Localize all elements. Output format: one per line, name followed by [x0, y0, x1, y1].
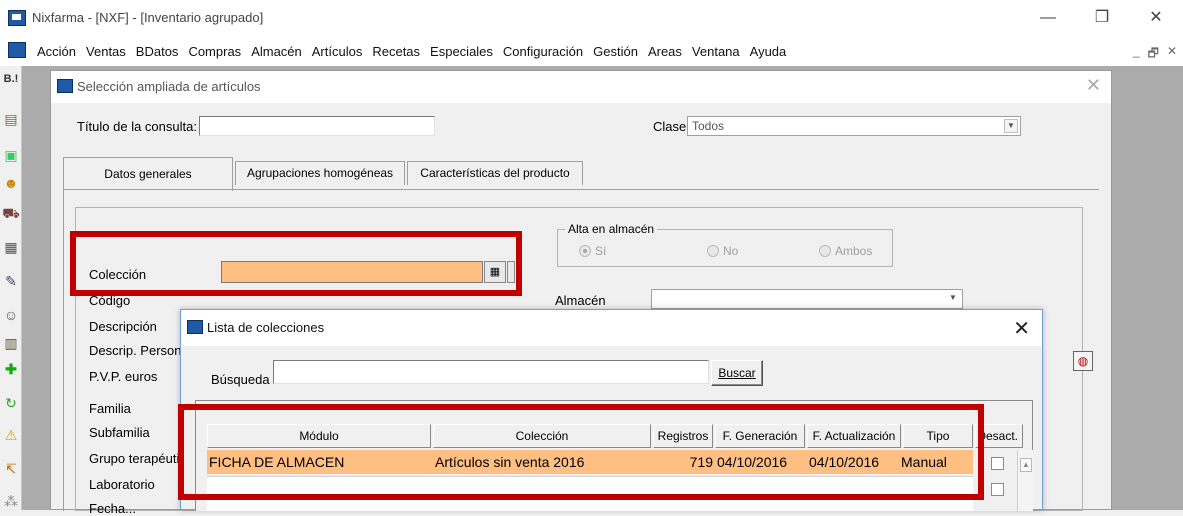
warning-icon[interactable]: ⚠ — [2, 426, 20, 444]
menu-articulos[interactable]: Artículos — [307, 44, 368, 59]
radio-no[interactable]: No — [707, 244, 738, 258]
cart-icon[interactable]: ⛟ — [2, 204, 20, 222]
window-title: Nixfarma - [NXF] - [Inventario agrupado] — [32, 10, 264, 25]
radio-no-dot — [707, 245, 719, 257]
query-title-label: Título de la consulta: — [77, 119, 197, 134]
toolbar-top-icon[interactable]: B.! — [2, 70, 20, 88]
menu-ventas[interactable]: Ventas — [81, 44, 131, 59]
mdi-restore-button[interactable]: 🗗 — [1148, 44, 1159, 65]
user-arrow-icon[interactable]: ↸ — [2, 460, 20, 478]
grid-highlight — [178, 404, 984, 500]
menu-areas[interactable]: Areas — [643, 44, 687, 59]
field-label-fecha: Fecha... — [89, 501, 136, 516]
menu-recetas[interactable]: Recetas — [367, 44, 425, 59]
menu-bar: Acción Ventas BDatos Compras Almacén Art… — [0, 36, 1183, 66]
menu-bdatos[interactable]: BDatos — [131, 44, 184, 59]
person-icon[interactable]: ☻ — [2, 174, 20, 192]
clear-filter-icon[interactable]: ◍ — [1073, 351, 1093, 371]
clase-select[interactable]: Todos ▼ — [687, 116, 1021, 136]
document-icon[interactable]: ▣ — [2, 146, 20, 164]
minimize-button[interactable]: — — [1028, 6, 1068, 30]
tab-caracteristicas-producto[interactable]: Características del producto — [407, 161, 583, 185]
selection-dialog-title-bar: Selección ampliada de artículos ✕ — [51, 71, 1111, 103]
people-icon[interactable]: ☺ — [2, 306, 20, 324]
close-button[interactable]: ✕ — [1136, 6, 1176, 30]
selection-dialog-close-icon[interactable]: ✕ — [1086, 75, 1101, 96]
mdi-system-menu-icon[interactable] — [8, 42, 26, 58]
field-label-grupo-terapeutico: Grupo terapéutic — [89, 451, 186, 466]
scroll-up-icon[interactable]: ▲ — [1020, 458, 1032, 472]
field-label-laboratorio: Laboratorio — [89, 477, 155, 492]
mdi-minimize-button[interactable]: _ — [1133, 44, 1140, 65]
truck-icon[interactable]: ▦ — [2, 238, 20, 256]
field-label-subfamilia: Subfamilia — [89, 425, 150, 440]
query-title-input[interactable] — [199, 116, 435, 136]
selection-dialog-title: Selección ampliada de artículos — [77, 79, 261, 94]
window-title-bar: Nixfarma - [NXF] - [Inventario agrupado]… — [0, 0, 1183, 36]
radio-si-label: Sí — [595, 244, 607, 258]
field-label-descripcion: Descripción — [89, 319, 157, 334]
alta-en-almacen-label: Alta en almacén — [565, 222, 658, 236]
buscar-button[interactable]: Buscar — [711, 360, 763, 386]
list-dialog-title-bar: Lista de colecciones ✕ — [181, 310, 1042, 346]
coleccion-highlight — [70, 231, 522, 296]
clase-label: Clase — [653, 119, 687, 134]
menu-accion[interactable]: Acción — [32, 44, 81, 59]
dialog-app-icon — [57, 79, 73, 93]
restore-button[interactable]: ❐ — [1082, 6, 1122, 30]
clase-select-value: Todos — [692, 119, 725, 133]
refresh-icon[interactable]: ↻ — [2, 394, 20, 412]
list-dialog-close-icon[interactable]: ✕ — [1013, 316, 1030, 341]
desact-checkbox[interactable] — [991, 457, 1004, 470]
printer-icon[interactable]: ▤ — [2, 110, 20, 128]
almacen-select[interactable]: ▼ — [651, 289, 963, 309]
search-input[interactable] — [273, 360, 709, 384]
mdi-close-button[interactable]: ✕ — [1167, 44, 1177, 65]
menu-configuracion[interactable]: Configuración — [498, 44, 588, 59]
buscar-button-label: Buscar — [718, 366, 756, 380]
grid-scrollbar[interactable]: ▲ — [1017, 450, 1033, 511]
radio-ambos-label: Ambos — [835, 244, 873, 258]
nixfarma-app-icon — [8, 10, 26, 26]
menu-almacen[interactable]: Almacén — [246, 44, 307, 59]
tab-agrupaciones-homogeneas[interactable]: Agrupaciones homogéneas — [235, 161, 405, 185]
radio-no-label: No — [723, 244, 739, 258]
radio-si[interactable]: Sí — [579, 244, 606, 258]
menu-gestion[interactable]: Gestión — [588, 44, 643, 59]
field-label-pvp-euros: P.V.P. euros — [89, 369, 158, 384]
radio-ambos-dot — [819, 245, 831, 257]
menu-especiales[interactable]: Especiales — [425, 44, 498, 59]
list-dialog-app-icon — [187, 320, 203, 334]
menu-ayuda[interactable]: Ayuda — [745, 44, 792, 59]
desact-checkbox-empty[interactable] — [991, 483, 1004, 496]
register-icon[interactable]: ▥ — [2, 334, 20, 352]
left-toolbar: B.! ▤ ▣ ☻ ⛟ ▦ ✎ ☺ ▥ ✚ ↻ ⚠ ↸ ⁂ — [0, 66, 22, 510]
menu-compras[interactable]: Compras — [183, 44, 246, 59]
search-label: Búsqueda — [211, 372, 270, 387]
pencil-icon[interactable]: ✎ — [2, 272, 20, 290]
more-icon[interactable]: ⁂ — [2, 492, 20, 510]
almacen-chevron-down-icon[interactable]: ▼ — [946, 292, 960, 306]
field-label-familia: Familia — [89, 401, 131, 416]
menu-ventana[interactable]: Ventana — [687, 44, 745, 59]
radio-ambos[interactable]: Ambos — [819, 244, 872, 258]
almacen-label: Almacén — [555, 293, 606, 308]
list-dialog-title: Lista de colecciones — [207, 320, 325, 335]
add-icon[interactable]: ✚ — [2, 360, 20, 378]
chevron-down-icon[interactable]: ▼ — [1004, 119, 1018, 133]
field-label-descrip-persona: Descrip. Persona — [89, 343, 189, 358]
tab-datos-generales[interactable]: Datos generales — [63, 157, 233, 191]
radio-si-dot — [579, 245, 591, 257]
